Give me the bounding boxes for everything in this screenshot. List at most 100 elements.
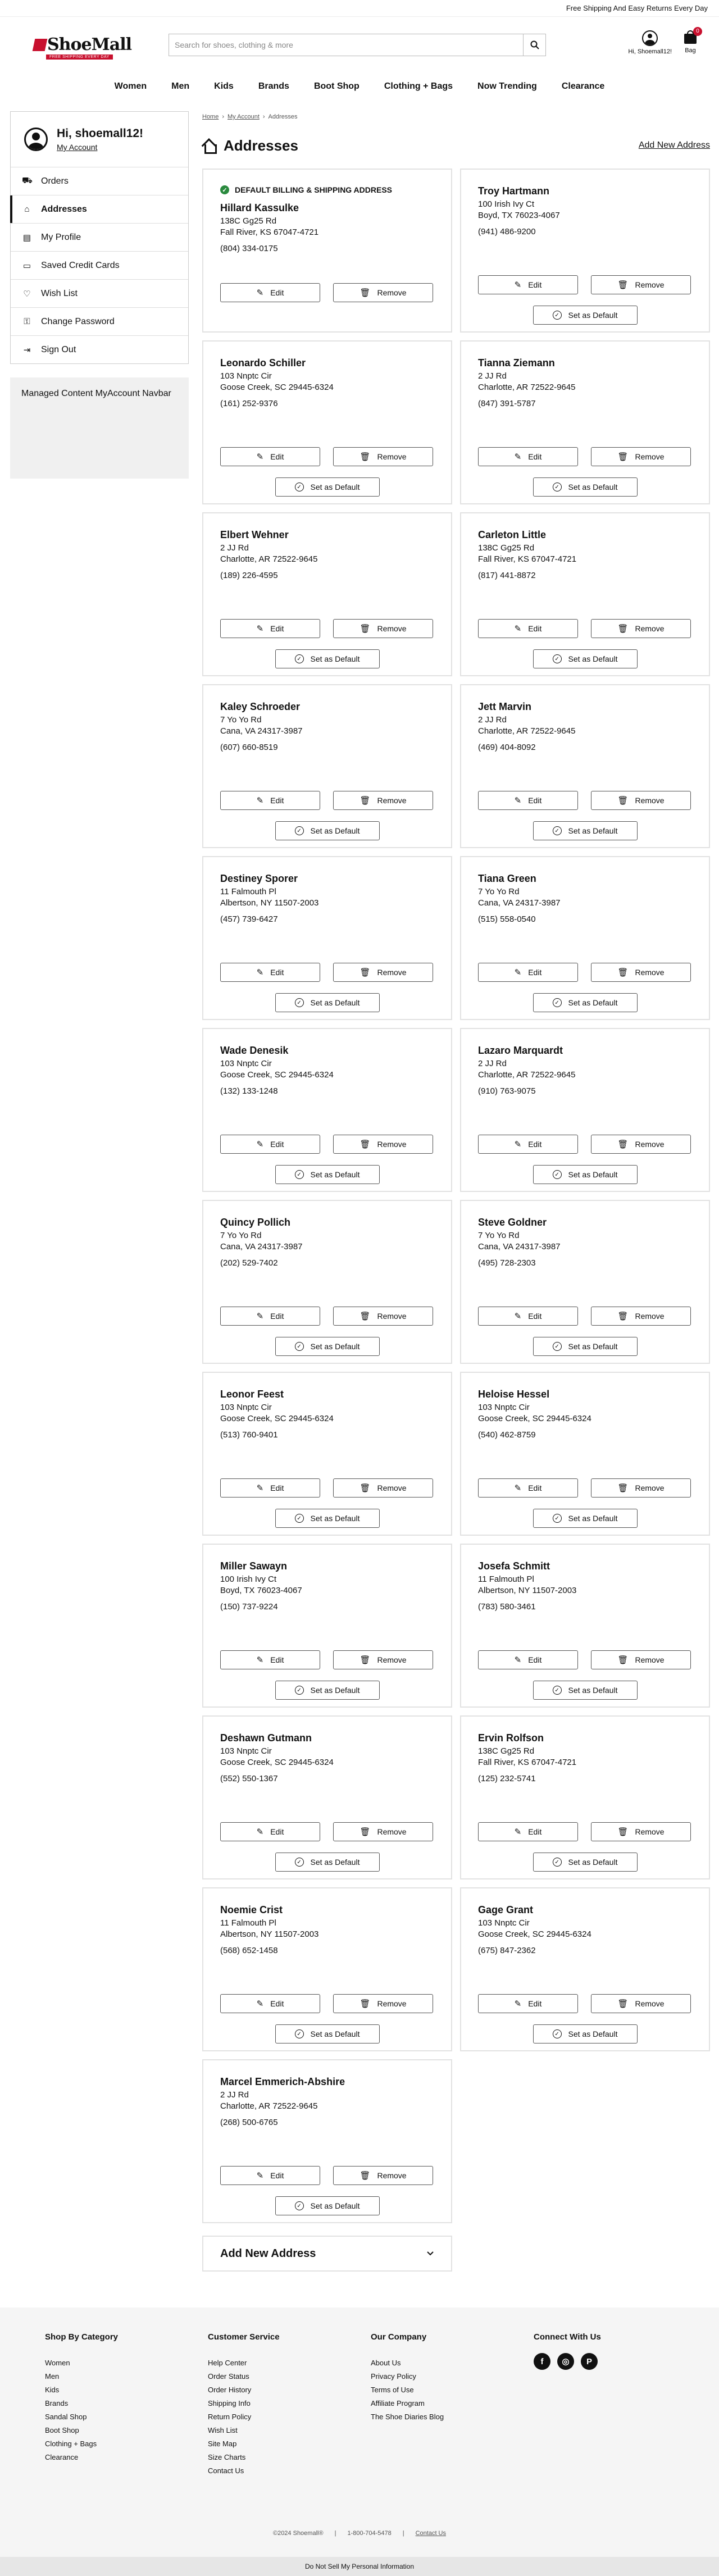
remove-button[interactable]: 🗑 Remove <box>591 1994 691 2013</box>
edit-button[interactable]: ✎ Edit <box>478 1307 578 1326</box>
nav-clearance[interactable]: Clearance <box>562 78 605 95</box>
nav-clothing-bags[interactable]: Clothing + Bags <box>384 78 453 95</box>
edit-button[interactable]: ✎ Edit <box>478 791 578 810</box>
remove-button[interactable]: 🗑 Remove <box>333 1650 433 1669</box>
nav-boot-shop[interactable]: Boot Shop <box>314 78 360 95</box>
edit-button[interactable]: ✎ Edit <box>478 963 578 982</box>
pinterest-icon[interactable]: P <box>581 2353 598 2370</box>
footer-link-site-map[interactable]: Site Map <box>208 2437 371 2451</box>
edit-button[interactable]: ✎ Edit <box>478 447 578 466</box>
remove-button[interactable]: 🗑 Remove <box>333 619 433 638</box>
footer-link-brands[interactable]: Brands <box>45 2397 208 2410</box>
set-as-default-button[interactable]: ✓ Set as Default <box>275 821 380 840</box>
remove-button[interactable]: 🗑 Remove <box>333 2166 433 2185</box>
remove-button[interactable]: 🗑 Remove <box>333 1307 433 1326</box>
footer-link-return-policy[interactable]: Return Policy <box>208 2410 371 2424</box>
add-new-address-link[interactable]: Add New Address <box>639 140 710 151</box>
do-not-sell-link[interactable]: Do Not Sell My Personal Information <box>0 2557 719 2576</box>
sidebar-item-sign-out[interactable]: ⇥ Sign Out <box>11 335 188 363</box>
sidebar-item-addresses[interactable]: ⌂ Addresses <box>10 195 188 223</box>
set-as-default-button[interactable]: ✓ Set as Default <box>275 1853 380 1872</box>
remove-button[interactable]: 🗑 Remove <box>591 963 691 982</box>
remove-button[interactable]: 🗑 Remove <box>591 1307 691 1326</box>
my-account-link[interactable]: My Account <box>57 143 143 152</box>
facebook-icon[interactable]: f <box>534 2353 550 2370</box>
breadcrumb-home[interactable]: Home <box>202 113 219 120</box>
remove-button[interactable]: 🗑 Remove <box>591 791 691 810</box>
nav-women[interactable]: Women <box>115 78 147 95</box>
set-as-default-button[interactable]: ✓ Set as Default <box>533 477 638 497</box>
account-button[interactable]: Hi, Shoemall12! <box>628 30 672 55</box>
edit-button[interactable]: ✎ Edit <box>220 1650 320 1669</box>
edit-button[interactable]: ✎ Edit <box>220 283 320 302</box>
remove-button[interactable]: 🗑 Remove <box>591 1822 691 1841</box>
edit-button[interactable]: ✎ Edit <box>220 619 320 638</box>
footer-link-clearance[interactable]: Clearance <box>45 2451 208 2464</box>
sidebar-item-orders[interactable]: ⛟ Orders <box>11 167 188 195</box>
set-as-default-button[interactable]: ✓ Set as Default <box>533 993 638 1012</box>
set-as-default-button[interactable]: ✓ Set as Default <box>275 2196 380 2215</box>
edit-button[interactable]: ✎ Edit <box>220 2166 320 2185</box>
set-as-default-button[interactable]: ✓ Set as Default <box>275 2024 380 2043</box>
footer-link-clothing-bags[interactable]: Clothing + Bags <box>45 2437 208 2451</box>
set-as-default-button[interactable]: ✓ Set as Default <box>275 477 380 497</box>
nav-men[interactable]: Men <box>171 78 189 95</box>
set-as-default-button[interactable]: ✓ Set as Default <box>275 1337 380 1356</box>
set-as-default-button[interactable]: ✓ Set as Default <box>275 1681 380 1700</box>
sidebar-item-wish-list[interactable]: ♡ Wish List <box>11 279 188 307</box>
edit-button[interactable]: ✎ Edit <box>220 1994 320 2013</box>
footer-link-privacy-policy[interactable]: Privacy Policy <box>371 2370 534 2383</box>
footer-link-the-shoe-diaries-blog[interactable]: The Shoe Diaries Blog <box>371 2410 534 2424</box>
set-as-default-button[interactable]: ✓ Set as Default <box>275 649 380 668</box>
remove-button[interactable]: 🗑 Remove <box>333 791 433 810</box>
footer-link-order-status[interactable]: Order Status <box>208 2370 371 2383</box>
footer-link-affiliate-program[interactable]: Affiliate Program <box>371 2397 534 2410</box>
edit-button[interactable]: ✎ Edit <box>220 1135 320 1154</box>
edit-button[interactable]: ✎ Edit <box>220 1478 320 1498</box>
search-input[interactable] <box>169 34 523 56</box>
edit-button[interactable]: ✎ Edit <box>478 1994 578 2013</box>
edit-button[interactable]: ✎ Edit <box>478 619 578 638</box>
edit-button[interactable]: ✎ Edit <box>220 447 320 466</box>
set-as-default-button[interactable]: ✓ Set as Default <box>533 1165 638 1184</box>
remove-button[interactable]: 🗑 Remove <box>333 283 433 302</box>
footer-link-size-charts[interactable]: Size Charts <box>208 2451 371 2464</box>
edit-button[interactable]: ✎ Edit <box>478 1650 578 1669</box>
footer-link-help-center[interactable]: Help Center <box>208 2356 371 2370</box>
remove-button[interactable]: 🗑 Remove <box>333 1994 433 2013</box>
nav-now-trending[interactable]: Now Trending <box>477 78 537 95</box>
remove-button[interactable]: 🗑 Remove <box>333 963 433 982</box>
remove-button[interactable]: 🗑 Remove <box>591 275 691 294</box>
remove-button[interactable]: 🗑 Remove <box>333 1822 433 1841</box>
edit-button[interactable]: ✎ Edit <box>220 1307 320 1326</box>
set-as-default-button[interactable]: ✓ Set as Default <box>533 821 638 840</box>
remove-button[interactable]: 🗑 Remove <box>333 447 433 466</box>
footer-link-terms-of-use[interactable]: Terms of Use <box>371 2383 534 2397</box>
set-as-default-button[interactable]: ✓ Set as Default <box>533 1853 638 1872</box>
remove-button[interactable]: 🗑 Remove <box>591 1650 691 1669</box>
edit-button[interactable]: ✎ Edit <box>478 275 578 294</box>
instagram-icon[interactable]: ◎ <box>557 2353 574 2370</box>
set-as-default-button[interactable]: ✓ Set as Default <box>533 306 638 325</box>
footer-link-contact-us[interactable]: Contact Us <box>208 2464 371 2478</box>
footer-contact-link[interactable]: Contact Us <box>416 2530 446 2537</box>
footer-link-sandal-shop[interactable]: Sandal Shop <box>45 2410 208 2424</box>
remove-button[interactable]: 🗑 Remove <box>333 1135 433 1154</box>
footer-link-men[interactable]: Men <box>45 2370 208 2383</box>
remove-button[interactable]: 🗑 Remove <box>591 1478 691 1498</box>
set-as-default-button[interactable]: ✓ Set as Default <box>533 649 638 668</box>
bag-button[interactable]: 0 Bag <box>684 27 702 55</box>
set-as-default-button[interactable]: ✓ Set as Default <box>275 993 380 1012</box>
footer-link-shipping-info[interactable]: Shipping Info <box>208 2397 371 2410</box>
remove-button[interactable]: 🗑 Remove <box>591 1135 691 1154</box>
remove-button[interactable]: 🗑 Remove <box>591 619 691 638</box>
add-new-address-accordion[interactable]: Add New Address <box>202 2236 452 2272</box>
set-as-default-button[interactable]: ✓ Set as Default <box>533 1681 638 1700</box>
edit-button[interactable]: ✎ Edit <box>478 1135 578 1154</box>
edit-button[interactable]: ✎ Edit <box>220 1822 320 1841</box>
footer-link-women[interactable]: Women <box>45 2356 208 2370</box>
set-as-default-button[interactable]: ✓ Set as Default <box>533 1509 638 1528</box>
footer-link-wish-list[interactable]: Wish List <box>208 2424 371 2437</box>
remove-button[interactable]: 🗑 Remove <box>333 1478 433 1498</box>
shoemall-logo[interactable]: ShoeMall FREE SHIPPING EVERY DAY <box>32 35 135 60</box>
